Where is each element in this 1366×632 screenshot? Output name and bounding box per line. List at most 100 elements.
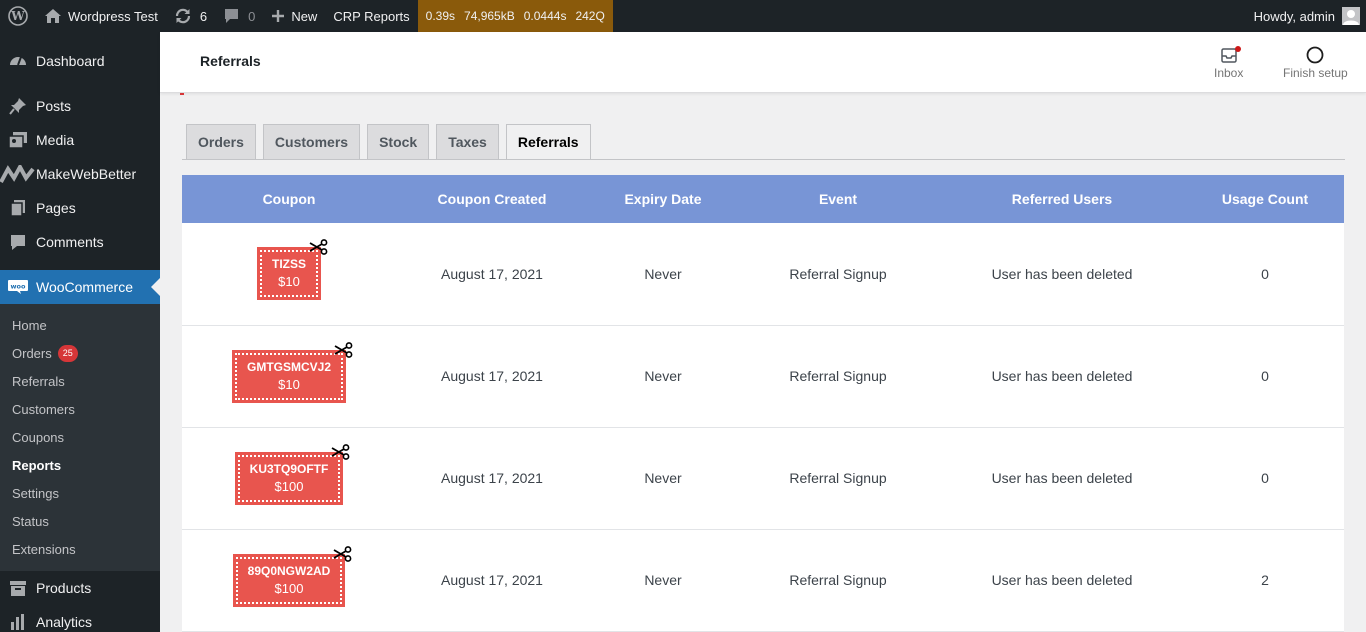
submenu-coupons[interactable]: Coupons <box>12 427 64 447</box>
table-row: 89Q0NGW2AD $100 August 17, 2021 Never Re… <box>182 529 1344 632</box>
finish-setup-button[interactable]: Finish setup <box>1283 44 1348 80</box>
submenu-settings[interactable]: Settings <box>12 483 59 503</box>
qm-time: 0.39s <box>425 9 456 23</box>
menu-label: Comments <box>36 234 104 250</box>
unread-dot <box>1234 46 1241 52</box>
menu-label: MakeWebBetter <box>36 166 137 182</box>
coupon-code: KU3TQ9OFTF <box>249 461 329 476</box>
coupon-ticket[interactable]: 89Q0NGW2AD $100 <box>232 545 352 607</box>
woocommerce-submenu: Home Orders 25 Referrals Customers Coupon… <box>0 304 160 571</box>
submenu-label: Extensions <box>12 541 76 557</box>
column-header[interactable]: Coupon Created <box>396 175 588 223</box>
coupon-ticket[interactable]: KU3TQ9OFTF $100 <box>234 443 350 505</box>
column-header[interactable]: Usage Count <box>1186 175 1344 223</box>
menu-woocommerce[interactable]: woo WooCommerce <box>0 270 160 304</box>
menu-posts[interactable]: Posts <box>0 89 160 123</box>
menu-label: Dashboard <box>36 53 105 69</box>
notice-edge <box>180 93 184 95</box>
site-name: Wordpress Test <box>68 8 158 24</box>
qm-memory: 74,965kB <box>464 9 515 23</box>
submenu-label: Customers <box>12 401 75 417</box>
menu-label: WooCommerce <box>36 279 133 295</box>
site-name-link[interactable]: Wordpress Test <box>36 0 166 32</box>
comments-link[interactable]: 0 <box>215 0 263 32</box>
progress-circle-icon <box>1306 44 1324 66</box>
submenu-label: Coupons <box>12 429 65 445</box>
column-header[interactable]: Event <box>738 175 938 223</box>
column-header[interactable]: Coupon <box>182 175 396 223</box>
admin-bar: W Wordpress Test 6 0 New CRP Reports 0.3… <box>0 0 1366 32</box>
tab-customers[interactable]: Customers <box>262 124 361 159</box>
submenu-extensions[interactable]: Extensions <box>12 539 76 559</box>
menu-dashboard[interactable]: Dashboard <box>0 44 160 78</box>
event-cell: Referral Signup <box>738 427 938 530</box>
column-header[interactable]: Referred Users <box>938 175 1186 223</box>
scissors-icon <box>309 239 329 258</box>
coupon-ticket[interactable]: TIZSS $10 <box>256 239 328 301</box>
coupon-ticket[interactable]: GMTGSMCVJ2 $10 <box>231 341 353 403</box>
menu-comments[interactable]: Comments <box>0 225 160 259</box>
expiry-date-cell: Never <box>588 223 738 326</box>
coupon-code: GMTGSMCVJ2 <box>246 359 331 374</box>
coupon-amount: $100 <box>274 580 304 596</box>
wordpress-logo-icon[interactable]: W <box>0 0 36 32</box>
admin-sidebar: Dashboard Posts Media MakeWebBetter Page… <box>0 32 160 632</box>
woo-icon: woo <box>0 279 36 295</box>
column-header[interactable]: Expiry Date <box>588 175 738 223</box>
update-icon <box>174 7 200 25</box>
submenu-label: Referrals <box>12 373 65 389</box>
submenu-orders[interactable]: Orders 25 <box>12 343 78 363</box>
coupon-cell: 89Q0NGW2AD $100 <box>182 529 396 632</box>
referred-users-cell: User has been deleted <box>938 325 1186 428</box>
table-row: KU3TQ9OFTF $100 August 17, 2021 Never Re… <box>182 427 1344 530</box>
expiry-date-cell: Never <box>588 325 738 428</box>
chart-bar-icon <box>0 613 36 631</box>
coupon-amount: $10 <box>278 274 300 290</box>
menu-makewebbetter[interactable]: MakeWebBetter <box>0 157 160 191</box>
submenu-label: Reports <box>12 457 62 473</box>
coupon-cell: GMTGSMCVJ2 $10 <box>182 325 396 428</box>
inbox-button[interactable]: Inbox <box>1214 44 1243 80</box>
new-content-link[interactable]: New <box>263 0 325 32</box>
coupon-cell: TIZSS $10 <box>182 223 396 326</box>
crp-reports-label: CRP Reports <box>333 8 410 24</box>
my-account-link[interactable]: Howdy, admin <box>1254 0 1366 32</box>
crp-reports-link[interactable]: CRP Reports <box>325 0 417 32</box>
orders-count-badge: 25 <box>57 344 78 362</box>
table-header-row: Coupon Coupon Created Expiry Date Event … <box>182 175 1344 223</box>
coupon-code: 89Q0NGW2AD <box>247 563 331 578</box>
updates-link[interactable]: 6 <box>166 0 215 32</box>
submenu-customers[interactable]: Customers <box>12 399 75 419</box>
submenu-label: Status <box>12 513 49 529</box>
menu-media[interactable]: Media <box>0 123 160 157</box>
tab-orders[interactable]: Orders <box>186 124 256 159</box>
menu-products[interactable]: Products <box>0 571 160 605</box>
svg-text:woo: woo <box>11 283 26 291</box>
coupon-created-cell: August 17, 2021 <box>396 529 588 632</box>
coupon-created-cell: August 17, 2021 <box>396 325 588 428</box>
menu-pages[interactable]: Pages <box>0 191 160 225</box>
submenu-referrals[interactable]: Referrals <box>12 371 65 391</box>
coupon-amount: $10 <box>278 376 300 392</box>
tab-taxes[interactable]: Taxes <box>436 124 499 159</box>
table-row: GMTGSMCVJ2 $10 August 17, 2021 Never Ref… <box>182 325 1344 428</box>
woocommerce-header: Referrals Inbox Finish setup <box>160 32 1366 93</box>
tab-stock[interactable]: Stock <box>367 124 430 159</box>
query-monitor-stats[interactable]: 0.39s 74,965kB 0.0444s 242Q <box>417 0 613 32</box>
menu-analytics[interactable]: Analytics <box>0 605 160 632</box>
pin-icon <box>0 97 36 115</box>
qm-queries: 242Q <box>575 9 605 23</box>
submenu-status[interactable]: Status <box>12 511 49 531</box>
updates-count: 6 <box>199 8 208 24</box>
event-cell: Referral Signup <box>738 529 938 632</box>
menu-label: Pages <box>36 200 76 216</box>
report-tabs: Orders Customers Stock Taxes Referrals <box>186 124 598 160</box>
archive-icon <box>0 580 36 597</box>
inbox-label: Inbox <box>1214 66 1244 80</box>
submenu-reports[interactable]: Reports <box>12 455 61 475</box>
menu-label: Media <box>36 132 75 148</box>
submenu-home[interactable]: Home <box>12 315 47 335</box>
referred-users-cell: User has been deleted <box>938 427 1186 530</box>
tab-referrals[interactable]: Referrals <box>505 124 591 160</box>
submenu-label: Orders <box>12 345 52 361</box>
